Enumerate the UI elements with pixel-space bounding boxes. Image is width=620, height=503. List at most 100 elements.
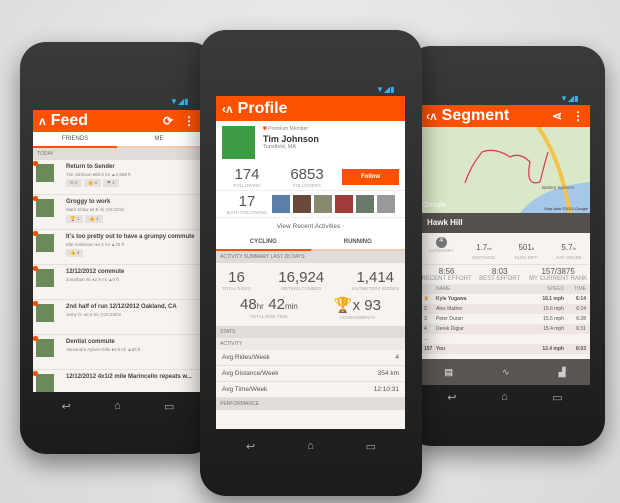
recents-icon[interactable]: ▭ bbox=[552, 391, 562, 404]
back-icon[interactable]: ↩ bbox=[246, 440, 255, 453]
back-icon[interactable]: ↩ bbox=[447, 391, 456, 404]
following-count[interactable]: 174 bbox=[222, 166, 272, 183]
followers-count[interactable]: 6853 bbox=[272, 166, 342, 183]
feed-badge[interactable]: ⚑ 1 bbox=[102, 179, 119, 187]
follower-avatar[interactable] bbox=[335, 195, 353, 213]
ride-time-label: TOTAL RIDE TIME bbox=[250, 314, 288, 319]
km-ridden-label: KILOMETERS RIDDEN bbox=[351, 286, 399, 291]
details-tab-icon[interactable]: ▤ bbox=[445, 367, 454, 378]
athlete-avatar[interactable] bbox=[33, 336, 54, 357]
total-rides-label: TOTAL RIDES bbox=[222, 286, 251, 291]
follower-avatar[interactable] bbox=[293, 195, 311, 213]
share-icon[interactable]: ⋖ bbox=[552, 109, 562, 123]
tab-running[interactable]: RUNNING bbox=[310, 235, 405, 251]
grade-label: AVG GRADE bbox=[555, 255, 582, 260]
recents-icon[interactable]: ▭ bbox=[366, 440, 376, 453]
follow-button[interactable]: Follow bbox=[342, 169, 399, 185]
strava-logo-icon: ʌ bbox=[39, 114, 46, 128]
leaderboard-row[interactable]: ... bbox=[420, 334, 590, 344]
feed-badge[interactable]: 👍 4 bbox=[83, 179, 101, 187]
feed-item[interactable]: Return to Sender Tim Johnson ♦60.5 mi ▲2,… bbox=[33, 160, 201, 195]
activity-title[interactable]: 12/12/2012 4x1/2 mile Marincello repeats… bbox=[66, 374, 192, 380]
activity-title[interactable]: 12/12/2012 commute bbox=[66, 269, 124, 275]
feed-badge[interactable]: 🏆 1 bbox=[66, 215, 84, 223]
athlete-avatar[interactable] bbox=[33, 231, 54, 252]
feed-list: Return to Sender Tim Johnson ♦60.5 mi ▲2,… bbox=[33, 160, 201, 392]
activity-meta: Alexandre Aybes-Gille ♦4.8 mi ▲55 ft bbox=[66, 347, 141, 352]
feed-badge[interactable]: 👍 1 bbox=[85, 215, 103, 223]
athlete-name: Kyle Yugawa bbox=[436, 296, 467, 302]
speed: 15.4 mph bbox=[543, 326, 564, 332]
leaderboard-row[interactable]: 4 Derek Digiar 15.4 mph 6:31 bbox=[420, 324, 590, 334]
stat-value: 12:10:31 bbox=[373, 386, 399, 393]
total-rides-value: 16 bbox=[228, 269, 245, 286]
overflow-menu-icon[interactable]: ⋮ bbox=[183, 114, 195, 128]
meters-climbed-value: 16,924 bbox=[278, 269, 325, 286]
profile-name: Tim Johnson bbox=[263, 134, 319, 144]
follower-avatar[interactable] bbox=[377, 195, 395, 213]
status-icons: ▼◢▮ bbox=[376, 85, 395, 94]
leaderboard-row[interactable]: ♛ Kyle Yugawa 16.1 mph 6:14 bbox=[420, 294, 590, 304]
athlete-name bbox=[436, 336, 524, 342]
follower-avatar[interactable] bbox=[314, 195, 332, 213]
elevation-tab-icon[interactable]: ∿ bbox=[502, 367, 510, 378]
feed-item[interactable]: 12/12/2012 4x1/2 mile Marincello repeats… bbox=[33, 370, 201, 392]
recents-icon[interactable]: ▭ bbox=[164, 400, 174, 413]
leaderboard-row[interactable]: 157 You 12.4 mph 8:03 bbox=[420, 344, 590, 354]
achievements-label: ACHIEVEMENTS bbox=[339, 315, 376, 320]
tab-me[interactable]: ME bbox=[117, 132, 201, 148]
leaderboard-row[interactable]: 3 Peter Duran 15.5 mph 6:28 bbox=[420, 314, 590, 324]
stat-label: Avg Rides/Week bbox=[222, 354, 270, 361]
activity-title[interactable]: It's too pretty out to have a grumpy com… bbox=[66, 234, 194, 240]
tab-cycling[interactable]: CYCLING bbox=[216, 235, 311, 251]
tab-friends[interactable]: FRIENDS bbox=[33, 132, 117, 148]
follower-avatar[interactable] bbox=[356, 195, 374, 213]
google-logo: Google bbox=[423, 202, 446, 209]
overflow-menu-icon[interactable]: ⋮ bbox=[572, 109, 584, 123]
leaderboard: ♛ Kyle Yugawa 16.1 mph 6:14 2 Alex Mather 15.6… bbox=[420, 294, 590, 354]
feed-item[interactable]: It's too pretty out to have a grumpy com… bbox=[33, 230, 201, 265]
athlete-avatar[interactable] bbox=[33, 371, 54, 392]
athlete-avatar[interactable] bbox=[33, 266, 54, 287]
back-icon[interactable]: ↩ bbox=[62, 400, 71, 413]
feed-item[interactable]: 12/12/2012 commute Jonathan W. ♦2.9 mi ▲0… bbox=[33, 265, 201, 300]
feed-badge[interactable]: 👍 4 bbox=[66, 249, 84, 257]
feed-title[interactable]: Feed bbox=[51, 112, 88, 130]
athlete-avatar[interactable] bbox=[33, 161, 54, 182]
home-icon[interactable]: ⌂ bbox=[114, 400, 121, 413]
home-icon[interactable]: ⌂ bbox=[501, 391, 508, 404]
trophy-icon: 🏆 bbox=[333, 297, 353, 314]
feed-item[interactable]: 2nd half of run 12/12/2012 Oakland, CA Ja… bbox=[33, 300, 201, 335]
strava-logo-icon[interactable]: ‹ʌ bbox=[426, 109, 437, 123]
activity-title[interactable]: Dentist commute bbox=[66, 339, 140, 345]
athlete-avatar[interactable] bbox=[33, 196, 54, 217]
leaderboard-header: NAME SPEED TIME bbox=[420, 284, 590, 294]
feed-item[interactable]: Groggy to work Mark Shaw ♦2.8 mi ◷8:22/mi… bbox=[33, 195, 201, 230]
activity-title[interactable]: 2nd half of run 12/12/2012 Oakland, CA bbox=[66, 304, 177, 310]
map-credit: Map data ©2012 Google bbox=[544, 206, 588, 211]
activity-title[interactable]: Return to Sender bbox=[66, 164, 131, 170]
view-recent-activities[interactable]: View Recent Activities › bbox=[216, 217, 405, 235]
rank: 157 bbox=[424, 346, 433, 352]
distance-unit: mi bbox=[487, 246, 492, 251]
distance-value: 1.7 bbox=[476, 243, 488, 252]
speed: 12.4 mph bbox=[542, 346, 564, 352]
refresh-icon[interactable]: ⟳ bbox=[163, 114, 173, 128]
leaderboard-row[interactable]: 2 Alex Mather 15.6 mph 6:24 bbox=[420, 304, 590, 314]
activity-meta: Mark Shaw ♦2.8 mi ◷8:22/mi bbox=[66, 207, 125, 212]
rank-label: MY CURRENT RANK bbox=[529, 276, 588, 282]
feed-badge[interactable]: ✉ 2 bbox=[66, 179, 82, 187]
recent-effort-value: 8:56 bbox=[438, 267, 455, 276]
segment-map[interactable]: Battery Spencer Google Map data ©2012 Go… bbox=[420, 127, 590, 213]
activity-meta: Tim Johnson ♦60.5 mi ▲2,568 ft bbox=[66, 172, 131, 177]
home-icon[interactable]: ⌂ bbox=[307, 440, 314, 453]
leaderboard-tab-icon[interactable]: ▟ bbox=[559, 367, 566, 378]
feed-item[interactable]: Dentist commute Alexandre Aybes-Gille ♦4.… bbox=[33, 335, 201, 370]
km-ridden-value: 1,414 bbox=[356, 269, 395, 286]
activity-title[interactable]: Groggy to work bbox=[66, 199, 124, 205]
follower-avatar[interactable] bbox=[272, 195, 290, 213]
strava-logo-icon[interactable]: ‹ʌ bbox=[222, 102, 233, 116]
profile-screen: ‹ʌ Profile ⛊ Premium Member Tim Johnson … bbox=[216, 96, 405, 429]
view-recent-label: View Recent Activities bbox=[276, 223, 341, 230]
athlete-avatar[interactable] bbox=[33, 301, 54, 322]
